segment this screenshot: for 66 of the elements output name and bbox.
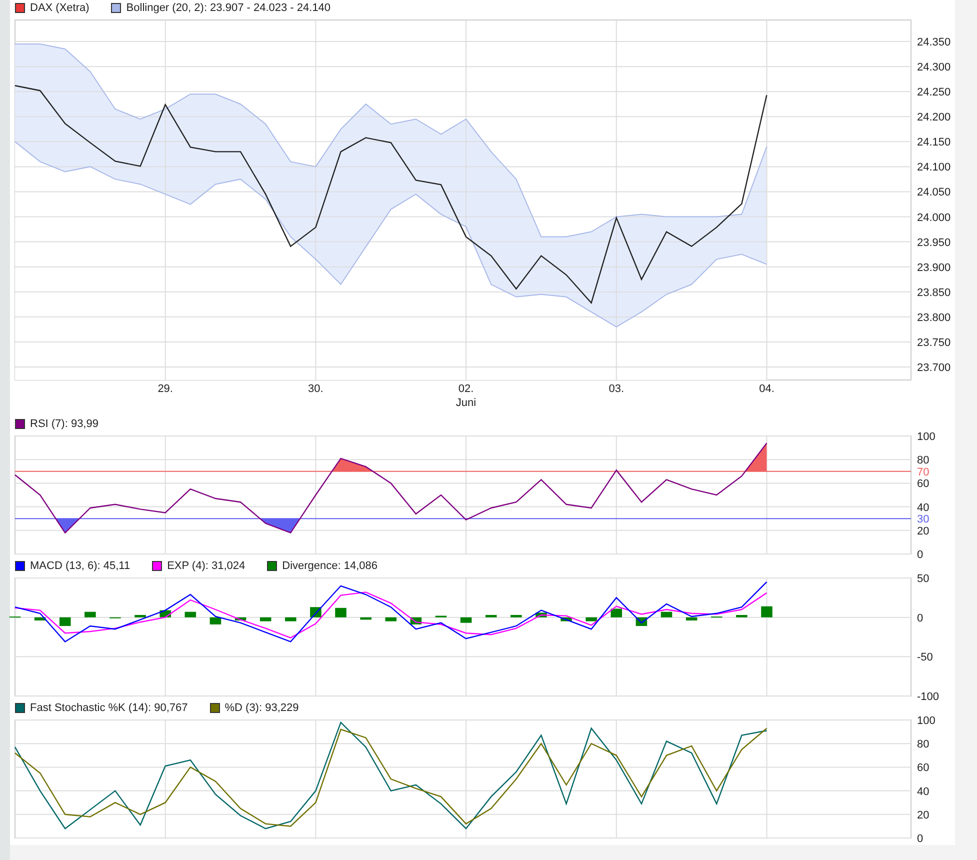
divergence-bar (134, 614, 146, 618)
divergence-bar (360, 617, 372, 620)
axis-label: -50 (917, 652, 933, 664)
axis-label: 24.050 (917, 186, 951, 199)
axis-label: 02. (458, 383, 474, 395)
divergence-bar (335, 608, 346, 618)
axis-label: 24.000 (917, 212, 951, 224)
axis-label: 24.250 (917, 86, 951, 99)
legend-label: DAX (Xetra) (30, 2, 90, 14)
axis-label: 60 (917, 478, 930, 490)
axis-label: 80 (917, 738, 930, 751)
axis-label: 24.200 (917, 112, 951, 124)
axis-label: 30 (917, 514, 930, 526)
divergence-bar (586, 617, 597, 622)
axis-label: 20 (917, 525, 930, 538)
axis-label: 70 (917, 466, 930, 478)
divergence-bar (485, 614, 497, 618)
divergence-bar (84, 612, 96, 618)
legend-label: EXP (4): 31,024 (167, 560, 246, 572)
axis-label: 40 (917, 786, 930, 798)
axis-label: 80 (917, 454, 930, 467)
axis-label: 23.700 (917, 362, 951, 374)
divergence-bar (736, 614, 748, 618)
axis-label: 24.300 (917, 62, 951, 74)
axis-label: 23.800 (917, 312, 951, 324)
axis-label: -100 (917, 691, 940, 703)
axis-label: 20 (917, 809, 930, 822)
legend-label: Divergence: 14,086 (282, 560, 378, 572)
divergence-bar (660, 612, 672, 618)
axis-label: 0 (917, 833, 924, 845)
legend-label: RSI (7): 93,99 (30, 418, 98, 430)
axis-label: 24.150 (917, 136, 951, 149)
axis-label: 23.850 (917, 286, 951, 299)
month-label: Juni (456, 397, 476, 409)
axis-label: 23.750 (917, 336, 951, 349)
axis-label: 100 (917, 715, 936, 727)
axis-label: 30. (308, 383, 324, 395)
divergence-bar (184, 612, 196, 618)
legend-label: Fast Stochastic %K (14): 90,767 (30, 702, 188, 714)
axis-label: 0 (917, 549, 924, 561)
divergence-bar (285, 617, 296, 622)
legend-label: %D (3): 93,229 (224, 702, 299, 714)
axis-label: 24.100 (917, 162, 951, 174)
divergence-bar (234, 617, 246, 620)
axis-label: 04. (759, 383, 774, 395)
axis-label: 100 (917, 431, 936, 443)
legend-label: Bollinger (20, 2): 23.907 - 24.023 - 24.140 (126, 2, 331, 14)
divergence-bar (260, 617, 272, 622)
axis-label: 50 (917, 573, 930, 585)
axis-label: 40 (917, 502, 930, 514)
divergence-bar (385, 617, 396, 622)
divergence-bar (510, 614, 522, 618)
axis-label: 29. (158, 383, 173, 395)
legend-label: MACD (13, 6): 45,11 (30, 560, 130, 572)
divergence-bar (686, 617, 698, 620)
axis-label: 03. (608, 383, 624, 395)
divergence-bar (460, 617, 472, 623)
axis-label: 24.350 (917, 36, 951, 49)
axis-label: 23.900 (917, 262, 951, 274)
axis-label: 23.950 (917, 236, 951, 249)
divergence-bar (761, 606, 772, 618)
axis-label: 60 (917, 762, 930, 774)
divergence-bar (560, 617, 572, 622)
divergence-bar (34, 617, 46, 620)
divergence-bar (536, 612, 547, 618)
axis-label: 0 (917, 612, 924, 624)
